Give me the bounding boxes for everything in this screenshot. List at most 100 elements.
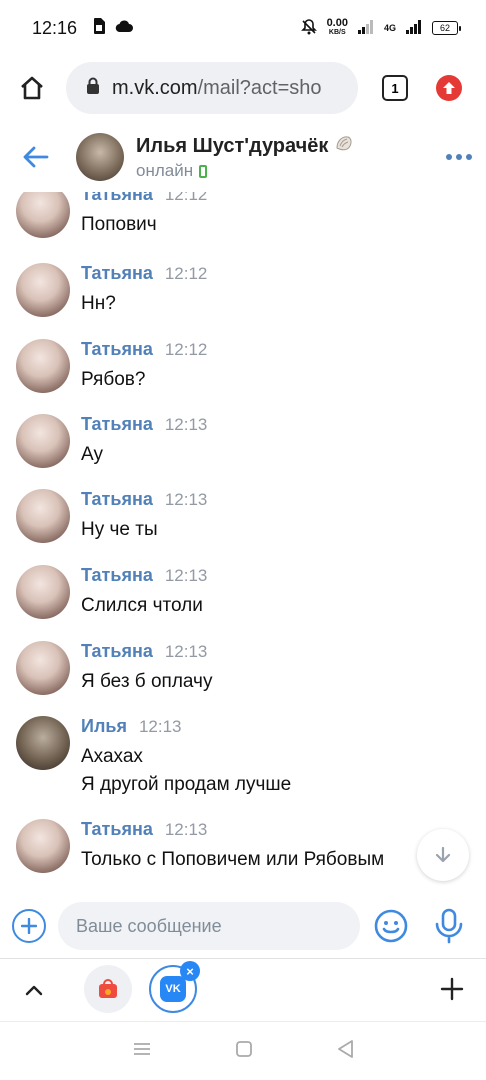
message-time: 12:12 bbox=[164, 192, 208, 204]
message-text: Рябов? bbox=[81, 369, 146, 390]
message-time: 12:13 bbox=[164, 490, 208, 509]
message-list[interactable]: Татьяна 12:12 Попович Татьяна 12:12 Нн? … bbox=[0, 192, 486, 892]
chat-header: Илья Шуст'дурачёк онлайн bbox=[0, 122, 486, 192]
expand-tabs-button[interactable] bbox=[22, 978, 46, 1002]
message-item: Татьяна 12:12 Нн? bbox=[16, 263, 466, 318]
voice-message-button[interactable] bbox=[434, 908, 464, 944]
browser-toolbar: m.vk.com/mail?act=sho 1 bbox=[0, 56, 486, 120]
more-options-button[interactable] bbox=[446, 154, 472, 160]
home-icon bbox=[21, 76, 43, 100]
home-nav-button[interactable] bbox=[235, 1040, 253, 1063]
message-time: 12:13 bbox=[164, 820, 208, 839]
shell-emoji-icon bbox=[334, 133, 354, 159]
message-text: Ахахах bbox=[81, 746, 143, 767]
microphone-icon bbox=[435, 908, 463, 944]
message-avatar[interactable] bbox=[16, 819, 70, 873]
message-author[interactable]: Татьяна bbox=[81, 192, 153, 205]
mobile-online-icon bbox=[199, 164, 208, 178]
message-text: Я другой продам лучше bbox=[81, 774, 292, 795]
message-text: Нн? bbox=[81, 293, 116, 314]
emoji-button[interactable] bbox=[374, 909, 408, 943]
message-author[interactable]: Татьяна bbox=[81, 819, 153, 840]
update-button[interactable] bbox=[436, 75, 462, 101]
tab-switcher-button[interactable]: 1 bbox=[382, 75, 408, 101]
message-author[interactable]: Татьяна bbox=[81, 339, 153, 360]
message-author[interactable]: Татьяна bbox=[81, 641, 153, 662]
attach-button[interactable] bbox=[12, 909, 46, 943]
square-icon bbox=[236, 1040, 252, 1057]
status-time: 12:16 bbox=[32, 17, 78, 38]
message-time: 12:13 bbox=[164, 566, 208, 585]
signal-icon bbox=[357, 19, 374, 37]
message-avatar[interactable] bbox=[16, 192, 70, 238]
tab-app-store[interactable] bbox=[84, 965, 132, 1013]
message-avatar[interactable] bbox=[16, 641, 70, 695]
message-text: Попович bbox=[81, 214, 157, 235]
smile-icon bbox=[374, 909, 408, 943]
plus-icon bbox=[21, 918, 37, 934]
arrow-down-icon bbox=[435, 846, 451, 863]
sim-card-icon bbox=[93, 17, 106, 39]
message-item: Татьяна 12:13 Слился чтоли bbox=[16, 565, 466, 620]
message-author[interactable]: Татьяна bbox=[81, 565, 153, 586]
scroll-down-button[interactable] bbox=[417, 829, 469, 881]
message-avatar[interactable] bbox=[16, 339, 70, 393]
vk-logo-icon: VK bbox=[160, 976, 186, 1002]
message-item: Татьяна 12:13 Я без б оплачу bbox=[16, 641, 466, 696]
network-type: 4G bbox=[383, 23, 396, 33]
message-author[interactable]: Татьяна bbox=[81, 489, 153, 510]
message-avatar[interactable] bbox=[16, 716, 70, 770]
message-time: 12:13 bbox=[138, 717, 182, 736]
message-item: Илья 12:13 Ахахах Я другой продам лучше bbox=[16, 716, 466, 799]
url-text: m.vk.com/mail?act=sho bbox=[112, 76, 322, 99]
chat-avatar[interactable] bbox=[76, 133, 124, 181]
arrow-left-icon bbox=[23, 146, 49, 168]
message-author[interactable]: Татьяна bbox=[81, 414, 153, 435]
triangle-back-icon bbox=[338, 1039, 354, 1058]
close-tab-button[interactable]: × bbox=[180, 961, 200, 981]
message-avatar[interactable] bbox=[16, 414, 70, 468]
new-tab-button[interactable] bbox=[440, 977, 464, 1001]
message-avatar[interactable] bbox=[16, 565, 70, 619]
message-author[interactable]: Татьяна bbox=[81, 263, 153, 284]
back-button[interactable] bbox=[20, 141, 52, 173]
cloud-icon bbox=[115, 19, 134, 37]
address-bar[interactable]: m.vk.com/mail?act=sho bbox=[66, 62, 358, 114]
system-navigation-bar bbox=[0, 1021, 486, 1080]
message-item: Татьяна 12:13 Только с Поповичем или Ряб… bbox=[16, 819, 466, 874]
mute-bell-icon bbox=[300, 18, 317, 38]
message-input[interactable] bbox=[58, 902, 360, 950]
home-button[interactable] bbox=[14, 70, 50, 106]
message-text: Я без б оплачу bbox=[81, 671, 213, 692]
arrow-up-icon bbox=[443, 82, 455, 94]
message-time: 12:12 bbox=[164, 264, 208, 283]
status-bar: 12:16 0.00 KB/S 4G 62 bbox=[0, 0, 486, 56]
message-text: Ну че ты bbox=[81, 519, 158, 540]
chat-status: онлайн bbox=[136, 161, 194, 180]
message-author[interactable]: Илья bbox=[81, 716, 127, 737]
message-item: Татьяна 12:13 Ну че ты bbox=[16, 489, 466, 544]
browser-tab-strip: VK × bbox=[0, 958, 486, 1020]
menu-nav-button[interactable] bbox=[132, 1041, 152, 1062]
message-text: Ау bbox=[81, 444, 103, 465]
message-avatar[interactable] bbox=[16, 263, 70, 317]
network-speed: 0.00 KB/S bbox=[326, 17, 348, 37]
message-composer bbox=[0, 896, 486, 956]
signal-icon-2 bbox=[406, 19, 422, 37]
message-text: Только с Поповичем или Рябовым bbox=[81, 849, 385, 870]
menu-icon bbox=[133, 1042, 150, 1055]
message-item: Татьяна 12:13 Ау bbox=[16, 414, 466, 469]
message-time: 12:13 bbox=[164, 642, 208, 661]
store-bag-icon bbox=[99, 979, 117, 998]
chevron-up-icon bbox=[25, 985, 43, 995]
plus-icon bbox=[440, 977, 464, 1001]
battery-indicator: 62 bbox=[432, 21, 461, 35]
message-text: Слился чтоли bbox=[81, 595, 203, 616]
message-time: 12:12 bbox=[164, 340, 208, 359]
message-time: 12:13 bbox=[164, 415, 208, 434]
back-nav-button[interactable] bbox=[336, 1039, 354, 1064]
chat-title: Илья Шуст'дурачёк bbox=[136, 134, 329, 157]
message-avatar[interactable] bbox=[16, 489, 70, 543]
lock-icon bbox=[86, 77, 100, 99]
message-item: Татьяна 12:12 Попович bbox=[16, 192, 466, 239]
